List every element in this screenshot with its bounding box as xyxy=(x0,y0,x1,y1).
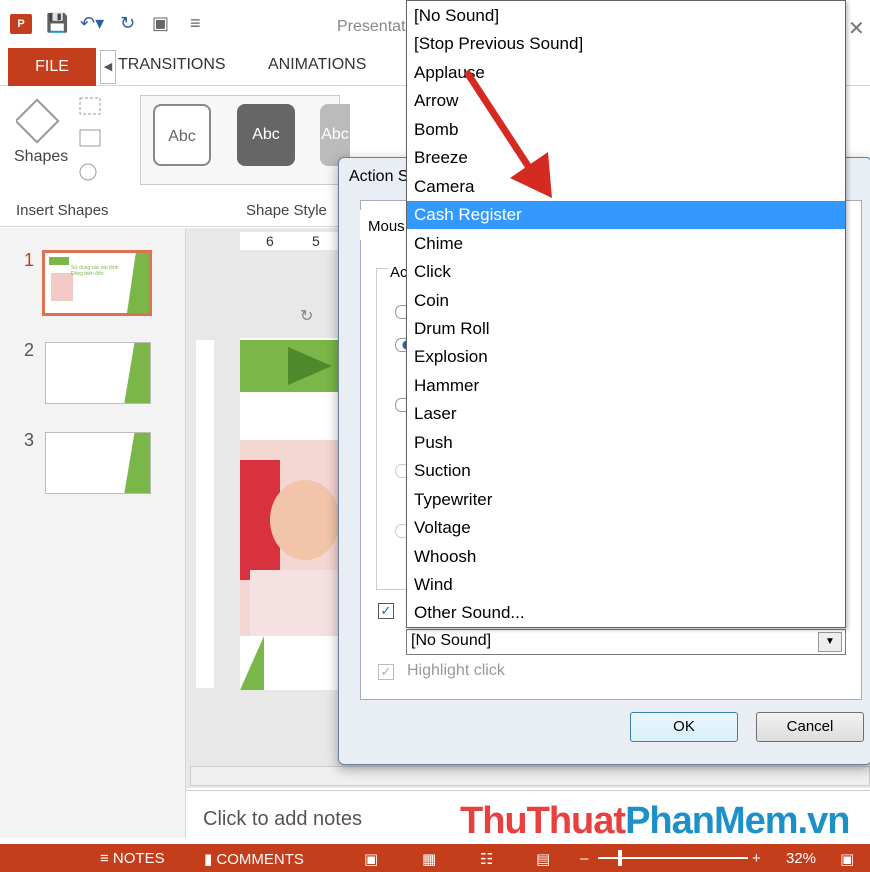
watermark-part: ThuThuat xyxy=(460,800,626,842)
slide-footer xyxy=(240,636,340,690)
sound-option[interactable]: Chime xyxy=(407,230,845,258)
slide-thumbnail-1[interactable]: Sử dụng các nút lệnh Đồng biến đến xyxy=(42,250,152,316)
highlight-click-label: Highlight click xyxy=(407,662,505,679)
shapes-gallery-icon[interactable] xyxy=(16,96,126,186)
sound-option[interactable]: Laser xyxy=(407,400,845,428)
powerpoint-logo-icon: P xyxy=(10,14,32,34)
save-icon[interactable]: 💾 xyxy=(46,12,68,34)
watermark-part: .vn xyxy=(797,800,851,842)
tab-animations[interactable]: ANIMATIONS xyxy=(268,56,366,74)
sound-option[interactable]: [No Sound] xyxy=(407,2,845,30)
tab-file[interactable]: FILE xyxy=(8,48,96,86)
dialog-title: Action S xyxy=(349,168,409,185)
slide-thumbnail-3[interactable] xyxy=(45,432,151,494)
notes-label: NOTES xyxy=(112,850,165,867)
sound-option[interactable]: Suction xyxy=(407,457,845,485)
sound-option[interactable]: Typewriter xyxy=(407,486,845,514)
zoom-out-icon[interactable]: – xyxy=(580,850,588,867)
zoom-in-icon[interactable]: + xyxy=(752,850,761,867)
shapes-label[interactable]: Shapes xyxy=(14,148,68,166)
fit-slide-icon[interactable]: ▣ xyxy=(840,850,854,868)
normal-view-icon[interactable]: ▣ xyxy=(364,850,378,868)
window-title: Presentat xyxy=(337,18,406,35)
tab-scroll-left-icon[interactable]: ◀ xyxy=(100,50,116,84)
shape-style-2[interactable]: Abc xyxy=(237,104,295,166)
sound-option[interactable]: Wind xyxy=(407,571,845,599)
horizontal-scrollbar[interactable] xyxy=(190,766,870,786)
sound-option[interactable]: Explosion xyxy=(407,343,845,371)
slide-sorter-icon[interactable]: ▦ xyxy=(422,850,436,868)
shape-styles-label: Shape Style xyxy=(246,202,327,219)
slide-number: 1 xyxy=(24,250,35,270)
ruler-tick: 6 xyxy=(266,233,274,249)
customize-qat-icon[interactable]: ≡ xyxy=(190,12,201,34)
sound-option[interactable]: Other Sound... xyxy=(407,599,845,627)
horizontal-ruler: 6 5 xyxy=(240,232,338,250)
sound-option[interactable]: Coin xyxy=(407,287,845,315)
cancel-button[interactable]: Cancel xyxy=(756,712,864,742)
slideshow-icon[interactable]: ▤ xyxy=(536,850,550,868)
slide-thumbnails-pane xyxy=(0,228,186,838)
zoom-slider-thumb[interactable] xyxy=(618,850,622,866)
play-sound-checkbox[interactable]: ✓ xyxy=(378,603,394,619)
watermark-part: PhanMem xyxy=(625,800,798,842)
tab-transitions[interactable]: TRANSITIONS xyxy=(118,56,226,74)
chevron-down-icon[interactable]: ▼ xyxy=(818,632,842,652)
sound-option[interactable]: Drum Roll xyxy=(407,315,845,343)
sound-option[interactable]: Voltage xyxy=(407,514,845,542)
notes-button[interactable]: ≡ NOTES xyxy=(100,850,165,867)
highlight-click-checkbox[interactable]: ✓ xyxy=(378,664,394,680)
sound-option[interactable]: [Stop Previous Sound] xyxy=(407,30,845,58)
ruler-tick: 5 xyxy=(312,233,320,249)
play-icon xyxy=(288,347,332,385)
ok-button[interactable]: OK xyxy=(630,712,738,742)
slide-number: 3 xyxy=(24,430,35,450)
notes-placeholder[interactable]: Click to add notes xyxy=(203,808,362,831)
baby-photo xyxy=(240,440,340,636)
sound-option[interactable]: Click xyxy=(407,258,845,286)
watermark: ThuThuatPhanMem.vn xyxy=(460,800,851,843)
sound-option[interactable]: Push xyxy=(407,429,845,457)
shape-style-1[interactable]: Abc xyxy=(153,104,211,166)
vertical-ruler xyxy=(196,340,214,688)
insert-shapes-label: Insert Shapes xyxy=(16,202,109,219)
undo-icon[interactable]: ↶▾ xyxy=(80,12,104,34)
comments-label: COMMENTS xyxy=(216,851,304,868)
zoom-level[interactable]: 32% xyxy=(786,850,816,867)
comments-button[interactable]: ▮ COMMENTS xyxy=(204,850,304,868)
red-arrow-annotation xyxy=(464,70,552,198)
slide-number: 2 xyxy=(24,340,35,360)
sound-combobox-value: [No Sound] xyxy=(411,632,492,649)
sound-option[interactable]: Hammer xyxy=(407,372,845,400)
sound-option[interactable]: Whoosh xyxy=(407,543,845,571)
reading-view-icon[interactable]: ☷ xyxy=(480,850,493,868)
close-icon[interactable]: ✕ xyxy=(848,16,865,41)
redo-icon[interactable]: ↻ xyxy=(120,12,135,34)
presentation-start-icon[interactable]: ▣ xyxy=(152,12,169,34)
slide-thumbnail-2[interactable] xyxy=(45,342,151,404)
slide-thumbnail-caption: Sử dụng các nút lệnh Đồng biến đến xyxy=(71,265,119,277)
rotate-handle-icon[interactable]: ↻ xyxy=(300,306,313,326)
